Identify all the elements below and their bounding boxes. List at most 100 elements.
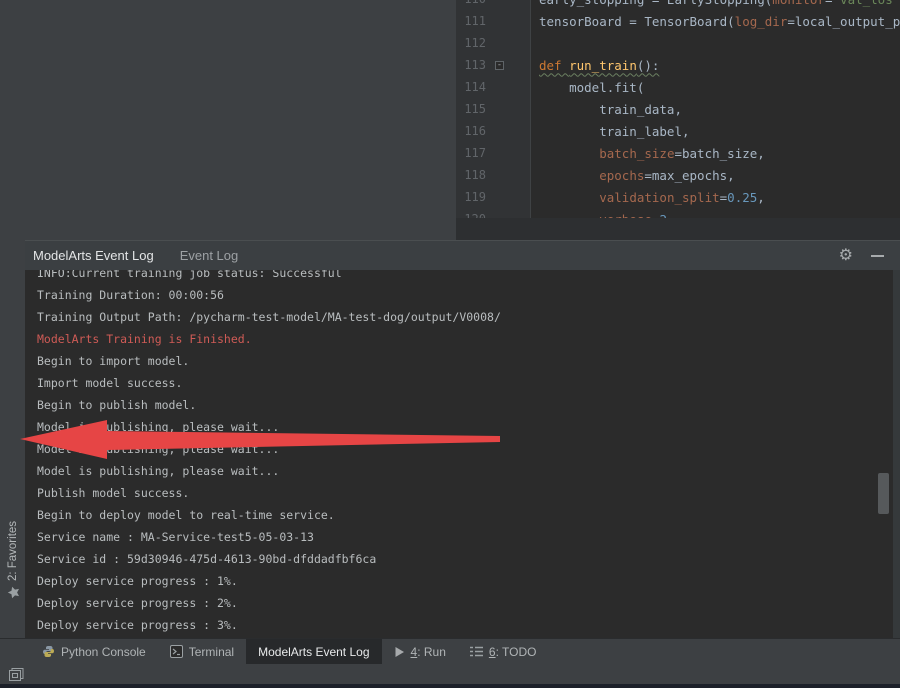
bottom-tab-4-run[interactable]: 4: Run bbox=[382, 639, 458, 664]
run-icon bbox=[394, 646, 405, 658]
code-token-fn: run_train bbox=[569, 57, 637, 73]
line-number: 119 bbox=[464, 190, 486, 204]
panel-tab-modelarts-event-log[interactable]: ModelArts Event Log bbox=[33, 248, 154, 263]
code-token-param: monitor bbox=[772, 0, 825, 7]
sidebar-item-label: 2: Favorites bbox=[7, 520, 19, 582]
code-token-kw: def bbox=[539, 57, 570, 73]
editor-gutter: 112 bbox=[456, 32, 531, 54]
tool-window-header: ModelArts Event Log Event Log ⚙ bbox=[0, 240, 900, 270]
status-bar bbox=[0, 664, 900, 684]
window-bottom-edge bbox=[0, 684, 900, 688]
code-token-plain: (): bbox=[636, 57, 660, 73]
line-number: 118 bbox=[464, 168, 486, 182]
line-number: 113 bbox=[464, 58, 486, 72]
log-line: Begin to deploy model to real-time servi… bbox=[37, 508, 335, 522]
label-rest: : Run bbox=[417, 644, 446, 659]
log-line: Service id : 59d30946-475d-4613-90bd-dfd… bbox=[37, 552, 377, 566]
project-panel bbox=[0, 0, 456, 240]
editor-bottom-clip bbox=[456, 218, 900, 240]
log-line: Deploy service progress : 1%. bbox=[37, 574, 238, 588]
code-token-plain: =batch_size, bbox=[674, 145, 765, 161]
code-line-113: 113- def run_train(): bbox=[456, 54, 900, 76]
code-token-plain: =local_output_p bbox=[787, 13, 900, 29]
bottom-tab-6-todo[interactable]: 6: TODO bbox=[458, 639, 549, 664]
mnemonic-key: 6 bbox=[488, 644, 496, 659]
log-line: Model is publishing, please wait... bbox=[37, 464, 280, 478]
code-text: model.fit( bbox=[531, 80, 644, 95]
log-line: INFO:Current training job status: Succes… bbox=[37, 270, 342, 280]
code-token-param: validation_split bbox=[599, 189, 720, 205]
terminal-icon bbox=[169, 645, 183, 658]
editor-gutter: 114 bbox=[456, 76, 531, 98]
code-token-str: 'val_los bbox=[833, 0, 893, 7]
bottom-tab-terminal[interactable]: Terminal bbox=[158, 639, 246, 664]
code-line-112: 112 bbox=[456, 32, 900, 54]
code-token-param: log_dir bbox=[734, 13, 788, 29]
star-icon bbox=[7, 586, 20, 599]
editor-gutter: 118 bbox=[456, 164, 531, 186]
fold-marker-icon[interactable]: - bbox=[495, 60, 504, 70]
editor-gutter: 117 bbox=[456, 142, 531, 164]
line-number: 115 bbox=[464, 102, 486, 116]
code-text: train_label, bbox=[531, 124, 689, 139]
event-log-console[interactable]: INFO:Current training job status: Succes… bbox=[25, 270, 893, 638]
code-text: epochs=max_epochs, bbox=[531, 167, 735, 183]
line-number: 111 bbox=[464, 14, 486, 28]
gear-icon[interactable]: ⚙ bbox=[839, 247, 853, 264]
code-editor[interactable]: 110 early_stopping = EarlyStopping(monito… bbox=[456, 0, 900, 240]
sidebar-item-2-favorites[interactable]: 2: Favorites bbox=[1, 508, 25, 612]
log-line: Training Duration: 00:00:56 bbox=[37, 288, 224, 302]
tool-window-actions: ⚙ bbox=[839, 247, 884, 264]
editor-gutter: 110 bbox=[456, 0, 531, 10]
line-number: 114 bbox=[464, 80, 486, 94]
editor-gutter: 113- bbox=[456, 54, 531, 76]
log-line: Publish model success. bbox=[37, 486, 190, 500]
log-line: Training Output Path: /pycharm-test-mode… bbox=[37, 310, 501, 324]
pycharm-window: 110 early_stopping = EarlyStopping(monito… bbox=[0, 0, 900, 688]
code-token-plain: , bbox=[757, 189, 765, 205]
code-text: tensorBoard = TensorBoard(log_dir=local_… bbox=[531, 14, 900, 29]
code-line-118: 118 epochs=max_epochs, bbox=[456, 164, 900, 186]
line-number: 112 bbox=[464, 36, 486, 50]
code-line-110: 110 early_stopping = EarlyStopping(monito… bbox=[456, 0, 900, 10]
code-line-115: 115 train_data, bbox=[456, 98, 900, 120]
line-number: 117 bbox=[464, 146, 486, 160]
minimize-icon[interactable] bbox=[871, 254, 884, 257]
code-line-116: 116 train_label, bbox=[456, 120, 900, 142]
python-icon bbox=[42, 645, 55, 658]
code-text: batch_size=batch_size, bbox=[531, 146, 765, 161]
log-line: ModelArts Training is Finished. bbox=[37, 332, 252, 346]
bottom-tab-label: 6: TODO bbox=[489, 645, 537, 659]
code-token-plain: = bbox=[825, 0, 833, 7]
toggle-windows-icon[interactable] bbox=[8, 667, 25, 682]
tool-window-tabs: ModelArts Event Log Event Log bbox=[33, 248, 264, 263]
editor-gutter: 116 bbox=[456, 120, 531, 142]
code-token-plain: tensorBoard = TensorBoard( bbox=[539, 13, 735, 29]
code-text: early_stopping = EarlyStopping(monitor='… bbox=[531, 0, 893, 7]
log-line: Deploy service progress : 3%. bbox=[37, 618, 238, 632]
code-lines-container: 110 early_stopping = EarlyStopping(monito… bbox=[456, 0, 900, 230]
bottom-tab-label: ModelArts Event Log bbox=[258, 644, 370, 659]
editor-gutter: 115 bbox=[456, 98, 531, 120]
code-text: validation_split=0.25, bbox=[531, 190, 765, 205]
log-scrollbar-thumb[interactable] bbox=[878, 473, 889, 514]
bottom-tab-python-console[interactable]: Python Console bbox=[30, 639, 158, 664]
code-token-num: 0.25 bbox=[727, 189, 758, 205]
code-line-117: 117 batch_size=batch_size, bbox=[456, 142, 900, 164]
log-line: Begin to publish model. bbox=[37, 398, 197, 412]
log-right-gutter bbox=[893, 270, 900, 638]
line-number: 110 bbox=[456, 0, 486, 6]
line-number: 116 bbox=[464, 124, 486, 138]
code-token-plain: =max_epochs, bbox=[644, 167, 735, 183]
label-rest: : TODO bbox=[495, 644, 537, 659]
bottom-tab-modelarts-event-log[interactable]: ModelArts Event Log bbox=[246, 639, 382, 664]
bottom-tab-label: Python Console bbox=[61, 644, 146, 659]
bottom-tab-label: 4: Run bbox=[411, 645, 446, 659]
left-tool-strip: 2: FavoritesMModelArts Explorer7: Struct… bbox=[0, 240, 25, 688]
panel-tab-event-log[interactable]: Event Log bbox=[180, 248, 239, 263]
code-token-plain: early_stopping = EarlyStopping( bbox=[539, 0, 772, 7]
code-line-119: 119 validation_split=0.25, bbox=[456, 186, 900, 208]
editor-gutter: 119 bbox=[456, 186, 531, 208]
